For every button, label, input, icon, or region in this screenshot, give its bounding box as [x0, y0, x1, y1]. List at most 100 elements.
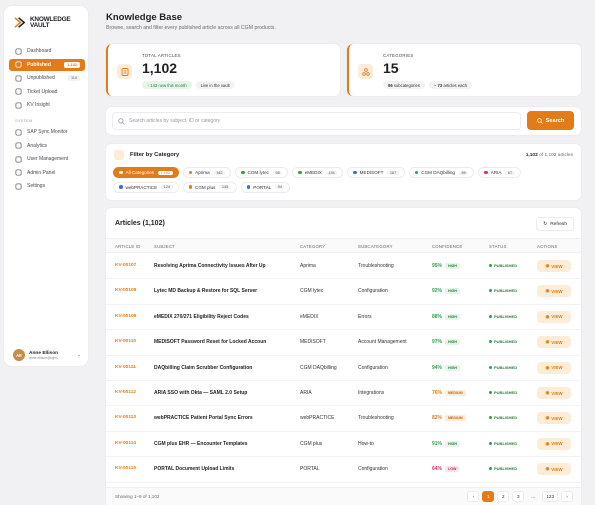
article-subject[interactable]: CGM plus EHR — Encounter Templates — [154, 441, 248, 447]
view-button[interactable]: ◉ VIEW — [537, 463, 571, 476]
page-subtitle: Browse, search and filter every publishe… — [106, 25, 276, 31]
sidebar-item-analytics[interactable]: Analytics — [9, 140, 85, 152]
category-pill-portal[interactable]: PORTAL 94 — [240, 181, 291, 193]
view-button[interactable]: ◉ VIEW — [537, 412, 571, 425]
article-category: webPRACTICE — [300, 415, 335, 422]
article-subject[interactable]: eMEDIX 270/271 Eligibility Reject Codes — [154, 314, 249, 320]
status-badge: PUBLISHED — [489, 263, 517, 268]
article-id-link[interactable]: KV-00107 — [115, 263, 136, 268]
column-header-subject: SUBJECT — [154, 244, 175, 249]
table-row: KV-00114 CGM plus EHR — Encounter Templat… — [106, 432, 581, 458]
category-pill-aprima[interactable]: Aprima 142 — [182, 167, 232, 178]
category-pill-aria[interactable]: ARIA 67 — [478, 167, 521, 178]
sidebar-item-label: Ticket Upload — [27, 88, 58, 95]
view-button[interactable]: ◉ VIEW — [537, 285, 571, 298]
article-subject[interactable]: Lytec MD Backup & Restore for SQL Server — [154, 288, 257, 294]
article-id-link[interactable]: KV-00112 — [115, 390, 136, 395]
search-input[interactable]: Search articles by subject, ID or catego… — [112, 112, 521, 130]
category-pill-cgm-daqbilling[interactable]: CGM DAQbilling 89 — [408, 167, 475, 178]
view-label: VIEW — [551, 314, 563, 320]
sidebar-item-kv-insight[interactable]: KV Insight — [9, 99, 85, 111]
view-button[interactable]: ◉ VIEW — [537, 361, 571, 374]
articles-each-count: 73 — [437, 82, 443, 88]
table-row: KV-00112 ARIA SSO with Okta — SAML 2.0 Se… — [106, 381, 581, 407]
article-category: CGM plus — [300, 440, 323, 447]
avatar: AE — [13, 349, 25, 361]
category-pill-cgm-lytec[interactable]: CGM lytec 98 — [235, 167, 289, 178]
sidebar-item-admin-panel[interactable]: Admin Panel — [9, 167, 85, 179]
article-subject[interactable]: MEDISOFT Password Reset for Locked Accou… — [154, 339, 266, 345]
search-button[interactable]: Search — [527, 111, 574, 130]
view-button[interactable]: ◉ VIEW — [537, 336, 571, 349]
sidebar-item-published[interactable]: Published 1,102 — [9, 58, 85, 71]
prev-page-button[interactable]: ‹ — [467, 491, 480, 502]
view-label: VIEW — [551, 415, 563, 421]
user-profile[interactable]: AE Anne Ellison anne.ellison@cgm... ⌄ — [13, 349, 85, 361]
view-label: VIEW — [551, 390, 563, 396]
article-id-link[interactable]: KV-00110 — [115, 339, 136, 344]
book-icon — [15, 61, 22, 68]
view-button[interactable]: ◉ VIEW — [537, 310, 571, 323]
view-button[interactable]: ◉ VIEW — [537, 437, 571, 450]
article-subject[interactable]: webPRACTICE Patient Portal Sync Errors — [154, 415, 253, 421]
category-pill-count: 89 — [458, 170, 469, 175]
page-title: Knowledge Base — [106, 12, 183, 23]
status-dot-icon — [489, 264, 492, 267]
sidebar-item-label: SAP Sync Monitor — [27, 129, 68, 135]
sidebar-item-sap-sync-monitor[interactable]: SAP Sync Monitor — [9, 126, 85, 138]
sidebar-item-count: 118 — [67, 75, 80, 81]
category-pill-cgm-plus[interactable]: CGM plus 145 — [182, 181, 237, 193]
status-label: PUBLISHED — [494, 415, 518, 421]
category-pill-label: CGM plus — [195, 184, 216, 190]
refresh-button[interactable]: ↻ Refresh — [536, 217, 574, 231]
status-label: PUBLISHED — [494, 339, 518, 345]
filter-card: Filter by Category 1,102 of 1,102 articl… — [106, 144, 581, 200]
sidebar-item-dashboard[interactable]: Dashboard — [9, 45, 85, 57]
logo[interactable]: KNOWLEDGE VAULT — [14, 16, 71, 29]
next-page-button[interactable]: › — [561, 491, 573, 502]
sidebar-item-unpublished[interactable]: Unpublished 118 — [9, 72, 85, 84]
article-id-link[interactable]: KV-00114 — [115, 441, 136, 446]
status-dot-icon — [489, 314, 492, 318]
article-id-link[interactable]: KV-00113 — [115, 415, 136, 420]
chevron-down-icon[interactable]: ⌄ — [77, 352, 81, 358]
confidence-badge: HIGH — [445, 364, 460, 371]
sidebar-item-user-management[interactable]: User Management — [9, 153, 85, 165]
article-subject[interactable]: PORTAL Document Upload Limits — [154, 466, 234, 472]
article-subcategory: Configuration — [358, 364, 388, 371]
view-button[interactable]: ◉ VIEW — [537, 387, 571, 399]
sidebar-item-ticket-upload[interactable]: Ticket Upload — [9, 86, 85, 98]
status-badge: PUBLISHED — [489, 339, 517, 344]
table-row: KV-00115 PORTAL Document Upload Limits POR… — [106, 457, 581, 483]
page-button-3[interactable]: 3 — [512, 491, 525, 502]
sidebar-item-label: Settings — [27, 183, 46, 189]
category-pill-count: 98 — [272, 170, 283, 175]
confidence-cell: 64% LOW — [432, 466, 460, 473]
table-row: KV-00111 DAQbilling Claim Scrubber Config… — [106, 356, 581, 381]
category-pill-medisoft[interactable]: MEDISOFT 187 — [347, 167, 405, 178]
article-subject[interactable]: ARIA SSO with Okta — SAML 2.0 Setup — [154, 390, 247, 396]
category-pill-emedix[interactable]: eMEDIX 154 — [292, 167, 344, 178]
draft-icon — [15, 74, 22, 82]
category-pill-count: 187 — [387, 170, 399, 175]
status-badge: PUBLISHED — [489, 365, 517, 370]
article-id-link[interactable]: KV-00109 — [115, 314, 136, 319]
category-pill-webpractice[interactable]: webPRACTICE 124 — [113, 181, 179, 193]
article-id-link[interactable]: KV-00111 — [115, 365, 136, 370]
sidebar-item-settings[interactable]: Settings — [9, 180, 85, 192]
confidence-badge: MEDIUM — [445, 415, 466, 422]
view-button[interactable]: ◉ VIEW — [537, 260, 571, 272]
eye-icon: ◉ — [545, 339, 550, 345]
page-button-2[interactable]: 2 — [497, 491, 510, 502]
category-pill-all-categories[interactable]: All Categories 1,102 — [113, 167, 179, 178]
category-dot-icon — [241, 170, 245, 175]
article-subject[interactable]: DAQbilling Claim Scrubber Configuration — [154, 365, 252, 371]
category-dot-icon — [414, 170, 419, 175]
article-id-link[interactable]: KV-00115 — [115, 466, 136, 471]
page-button-1[interactable]: 1 — [482, 491, 495, 502]
page-button-123[interactable]: 123 — [542, 491, 558, 502]
status-badge: PUBLISHED — [489, 390, 517, 395]
eye-icon: ◉ — [545, 313, 550, 319]
article-id-link[interactable]: KV-00108 — [115, 288, 136, 293]
article-subject[interactable]: Resolving Aprima Connectivity Issues Aft… — [154, 263, 266, 269]
